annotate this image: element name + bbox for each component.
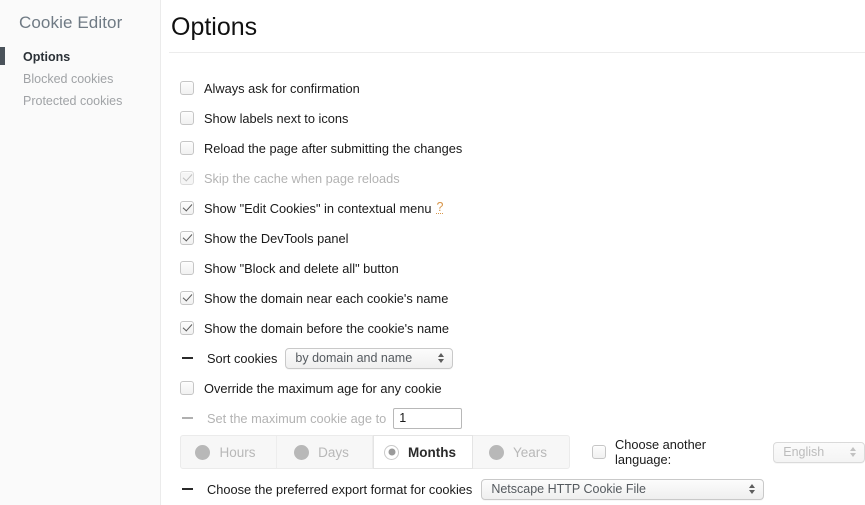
- radio-age-unit-years[interactable]: Years: [473, 436, 569, 468]
- radio-dot-icon: [294, 444, 310, 460]
- export-format-select[interactable]: Netscape HTTP Cookie File: [481, 478, 765, 500]
- export-format-label: Choose the preferred export format for c…: [207, 481, 473, 497]
- option-row-edit-cookies-contextual-menu: Show "Edit Cookies" in contextual menu ?: [180, 193, 865, 223]
- radio-age-unit-months[interactable]: Months: [373, 435, 473, 469]
- language-label: Choose another language:: [615, 437, 707, 467]
- option-label: Reload the page after submitting the cha…: [204, 140, 463, 156]
- checkbox-show-labels-next-to-icons[interactable]: [180, 111, 194, 125]
- bullet-dash-icon: [182, 357, 193, 359]
- option-label: Show the DevTools panel: [204, 230, 349, 246]
- radio-dot-icon: [195, 444, 211, 460]
- age-unit-segmented-control: Hours Days Months Years: [180, 435, 570, 469]
- option-row-export-format: Choose the preferred export format for c…: [180, 474, 865, 504]
- option-row-reload-page: Reload the page after submitting the cha…: [180, 133, 865, 163]
- option-row-skip-cache: Skip the cache when page reloads: [180, 163, 865, 193]
- option-label: Always ask for confirmation: [204, 80, 360, 96]
- checkbox-skip-cache-on-reload: [180, 171, 194, 185]
- option-label: Show "Block and delete all" button: [204, 260, 399, 276]
- option-label: Show the domain near each cookie's name: [204, 290, 449, 306]
- sort-cookies-label: Sort cookies: [207, 350, 278, 366]
- sidebar: Cookie Editor Options Blocked cookies Pr…: [0, 0, 161, 505]
- checkbox-show-devtools-panel[interactable]: [180, 231, 194, 245]
- age-unit-label: Hours: [219, 444, 256, 460]
- max-cookie-age-value: 1: [399, 411, 407, 425]
- option-row-sort-cookies: Sort cookies by domain and name: [180, 343, 865, 373]
- language-select: English: [773, 441, 865, 463]
- sidebar-item-label: Protected cookies: [23, 94, 123, 108]
- options-list: Always ask for confirmation Show labels …: [161, 53, 865, 504]
- chevron-updown-icon: [850, 446, 857, 458]
- option-row-domain-before-name: Show the domain before the cookie's name: [180, 313, 865, 343]
- export-format-value: Netscape HTTP Cookie File: [491, 482, 646, 496]
- sidebar-item-label: Options: [23, 50, 71, 64]
- override-max-age-label: Override the maximum age for any cookie: [204, 380, 442, 396]
- age-unit-label: Years: [512, 444, 548, 460]
- sidebar-item-label: Blocked cookies: [23, 72, 114, 86]
- checkbox-show-domain-near-cookie-name[interactable]: [180, 291, 194, 305]
- option-label: Show the domain before the cookie's name: [204, 320, 450, 336]
- language-value: English: [783, 445, 825, 459]
- app-brand-title: Cookie Editor: [19, 13, 123, 32]
- sort-cookies-value: by domain and name: [295, 351, 413, 365]
- radio-age-unit-hours[interactable]: Hours: [181, 436, 277, 468]
- page-title: Options: [171, 13, 258, 41]
- radio-dot-icon: [488, 444, 504, 460]
- checkbox-show-domain-before-cookie-name[interactable]: [180, 321, 194, 335]
- option-row-show-labels: Show labels next to icons: [180, 103, 865, 133]
- help-icon[interactable]: ?: [436, 201, 444, 214]
- checkbox-reload-page-after-submit[interactable]: [180, 141, 194, 155]
- option-label: Skip the cache when page reloads: [204, 170, 400, 186]
- bullet-dash-icon: [182, 417, 193, 419]
- chevron-updown-icon: [438, 352, 445, 364]
- max-cookie-age-input[interactable]: 1: [393, 407, 463, 429]
- age-unit-row: Hours Days Months Years Choose another l…: [180, 435, 865, 469]
- sidebar-item-options[interactable]: Options: [0, 46, 160, 68]
- language-section: Choose another language: English: [592, 437, 865, 467]
- option-row-domain-near-name: Show the domain near each cookie's name: [180, 283, 865, 313]
- sidebar-item-blocked-cookies[interactable]: Blocked cookies: [0, 68, 160, 90]
- set-max-age-label: Set the maximum cookie age to: [207, 410, 387, 426]
- age-unit-label: Days: [318, 444, 349, 460]
- radio-age-unit-days[interactable]: Days: [277, 436, 373, 468]
- bullet-dash-icon: [182, 488, 193, 490]
- option-row-override-max-age: Override the maximum age for any cookie: [180, 373, 865, 403]
- options-page: Cookie Editor Options Blocked cookies Pr…: [0, 0, 865, 505]
- sort-cookies-select[interactable]: by domain and name: [285, 347, 454, 369]
- checkbox-show-edit-cookies-contextual-menu[interactable]: [180, 201, 194, 215]
- checkbox-always-ask-for-confirmation[interactable]: [180, 81, 194, 95]
- checkbox-choose-another-language[interactable]: [592, 445, 606, 459]
- sidebar-item-protected-cookies[interactable]: Protected cookies: [0, 90, 160, 112]
- chevron-updown-icon: [749, 483, 756, 495]
- option-row-block-delete-all: Show "Block and delete all" button: [180, 253, 865, 283]
- option-row-always-ask: Always ask for confirmation: [180, 73, 865, 103]
- checkbox-show-block-and-delete-all-button[interactable]: [180, 261, 194, 275]
- radio-dot-icon: [384, 444, 399, 460]
- option-row-devtools-panel: Show the DevTools panel: [180, 223, 865, 253]
- checkbox-override-maximum-age[interactable]: [180, 381, 194, 395]
- age-unit-label: Months: [408, 444, 456, 460]
- option-label: Show "Edit Cookies" in contextual menu: [204, 200, 432, 216]
- option-row-set-max-age: Set the maximum cookie age to 1: [180, 403, 865, 433]
- main-content: Options Always ask for confirmation Show…: [161, 0, 865, 505]
- option-label: Show labels next to icons: [204, 110, 349, 126]
